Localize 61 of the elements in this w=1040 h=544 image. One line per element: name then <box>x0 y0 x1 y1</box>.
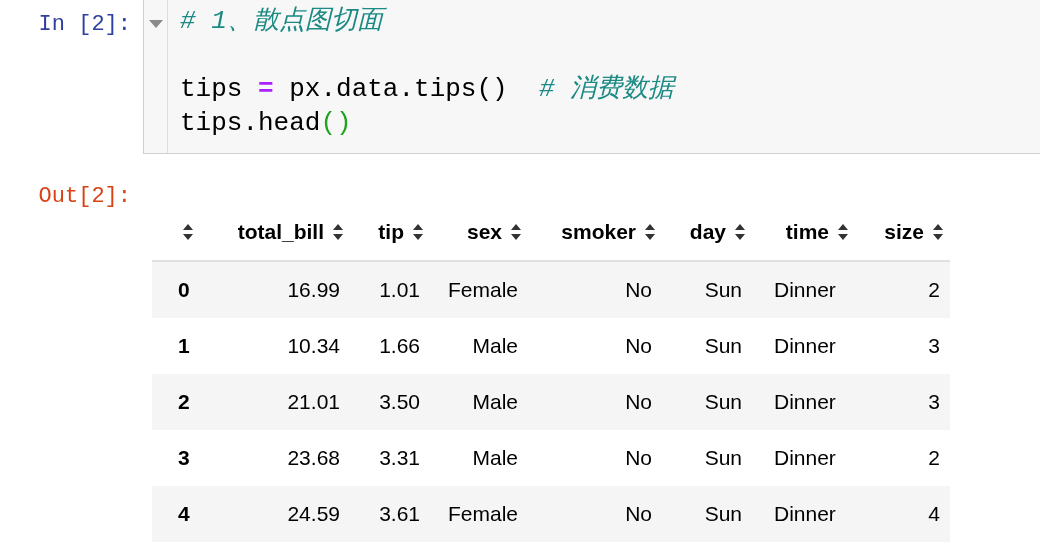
sort-icon[interactable] <box>510 223 522 241</box>
table-cell: 10.34 <box>287 334 340 357</box>
table-cell: 3.50 <box>379 390 420 413</box>
column-header: time <box>785 220 829 244</box>
table-cell: Male <box>472 334 518 357</box>
column-header: tip <box>378 220 404 244</box>
sort-icon[interactable] <box>182 223 194 241</box>
table-cell: No <box>625 334 652 357</box>
sort-icon[interactable] <box>412 223 424 241</box>
table-cell: 1.66 <box>379 334 420 357</box>
table-cell: 16.99 <box>287 278 340 301</box>
code-cell[interactable]: # 1、散点图切面 tips = px.data.tips() # 消费数据 tips.head() <box>143 0 1040 154</box>
column-header: sex <box>466 220 502 244</box>
table-cell: Female <box>447 502 518 525</box>
table-cell: 3 <box>928 390 940 413</box>
table-cell: No <box>625 278 652 301</box>
table-cell: 24.59 <box>287 502 340 525</box>
table-cell: 1.01 <box>379 278 420 301</box>
table-cell: 21.01 <box>287 390 340 413</box>
column-header: size <box>884 220 924 244</box>
table-cell: Dinner <box>774 278 836 301</box>
table-cell: Dinner <box>774 446 836 469</box>
table-cell: 3 <box>928 334 940 357</box>
table-cell: Dinner <box>774 334 836 357</box>
column-header: smoker <box>561 220 636 244</box>
table-cell: Sun <box>704 390 742 413</box>
row-index: 0 <box>178 278 190 301</box>
table-cell: 23.68 <box>287 446 340 469</box>
table-cell: 4 <box>928 502 940 525</box>
output-prompt: Out[2]: <box>38 184 131 211</box>
row-index: 3 <box>178 446 190 469</box>
column-header: day <box>689 220 726 244</box>
table-cell: Female <box>447 278 518 301</box>
sort-icon[interactable] <box>932 223 944 241</box>
table-cell: Dinner <box>774 390 836 413</box>
sort-icon[interactable] <box>734 223 746 241</box>
sort-icon[interactable] <box>332 223 344 241</box>
fold-triangle-icon[interactable] <box>148 20 163 28</box>
row-index: 1 <box>178 334 190 357</box>
table-cell: 3.61 <box>379 502 420 525</box>
input-prompt: In [2]: <box>38 12 131 39</box>
sort-icon[interactable] <box>837 223 849 241</box>
table-cell: Sun <box>704 446 742 469</box>
sort-icon[interactable] <box>644 223 656 241</box>
table-cell: 2 <box>928 278 940 301</box>
code-line: tips = px.data.tips() # 消费数据 <box>180 74 675 104</box>
row-index: 2 <box>178 390 190 413</box>
table-cell: No <box>625 390 652 413</box>
row-index: 4 <box>178 502 190 525</box>
table-cell: Male <box>472 390 518 413</box>
table-cell: 3.31 <box>379 446 420 469</box>
table-cell: Male <box>472 446 518 469</box>
table-cell: Dinner <box>774 502 836 525</box>
table-cell: Sun <box>704 334 742 357</box>
column-header: total_bill <box>237 220 324 244</box>
table-cell: Sun <box>704 278 742 301</box>
table-cell: No <box>625 502 652 525</box>
table-cell: Sun <box>704 502 742 525</box>
table-cell: No <box>625 446 652 469</box>
table-cell: 2 <box>928 446 940 469</box>
code-line: tips.head() <box>180 108 352 138</box>
